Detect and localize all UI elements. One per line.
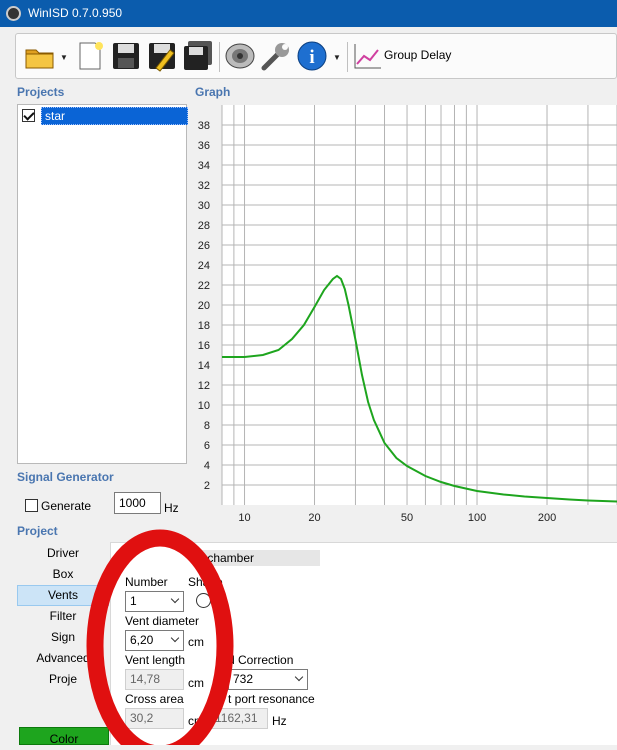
y-tick-label: 2	[204, 480, 210, 492]
nav-project[interactable]: Proje	[17, 669, 109, 690]
nav-signal[interactable]: Sign	[17, 627, 109, 648]
y-tick-label: 28	[198, 220, 210, 232]
end-correction-label: d Correction	[228, 653, 294, 667]
projects-list: star	[17, 104, 188, 464]
chevron-down-icon[interactable]: ▼	[60, 53, 68, 62]
y-tick-label: 10	[198, 400, 210, 412]
color-button[interactable]: Color	[19, 727, 109, 746]
number-label: Number	[125, 575, 168, 589]
x-tick-label: 10	[238, 512, 250, 523]
nav-filter[interactable]: Filter	[17, 606, 109, 627]
list-item[interactable]: star	[20, 107, 188, 125]
nav-box[interactable]: Box	[17, 564, 109, 585]
port-resonance-label: t port resonance	[228, 692, 315, 706]
x-tick-label: 200	[538, 512, 556, 523]
project-checkbox[interactable]	[22, 109, 35, 122]
save-all-icon[interactable]	[182, 40, 214, 72]
info-icon[interactable]: i	[296, 40, 328, 72]
y-tick-label: 18	[198, 320, 210, 332]
number-value: 1	[130, 594, 137, 608]
end-correction-value: 732	[233, 672, 254, 686]
response-chart: 246810121416182022242628303234363810 20 50…	[198, 105, 617, 524]
x-tick-label: 50	[401, 512, 413, 523]
cross-area-label: Cross area	[125, 692, 184, 706]
y-tick-label: 34	[198, 160, 210, 172]
vent-diameter-select[interactable]: 6,20	[125, 630, 184, 651]
window-title: WinISD 0.7.0.950	[28, 6, 123, 20]
vent-diameter-unit: cm	[188, 635, 204, 649]
title-bar: WinISD 0.7.0.950	[0, 0, 617, 27]
frequency-input[interactable]: 1000	[114, 492, 161, 514]
y-tick-label: 14	[198, 360, 210, 372]
end-correction-select[interactable]: 732	[228, 669, 308, 690]
x-tick-label: 100	[468, 512, 486, 523]
save-icon[interactable]	[110, 40, 142, 72]
vent-length-label: Vent length	[125, 653, 186, 667]
wrench-icon[interactable]	[260, 40, 292, 72]
generate-checkbox[interactable]	[25, 499, 38, 512]
y-tick-label: 4	[204, 460, 210, 472]
cross-area-field[interactable]: 30,2	[125, 708, 184, 729]
number-select[interactable]: 1	[125, 591, 184, 612]
chevron-down-icon	[294, 672, 304, 682]
y-tick-label: 6	[204, 440, 210, 452]
y-tick-label: 22	[198, 280, 210, 292]
group-delay-chart-icon[interactable]	[352, 40, 382, 72]
y-tick-label: 16	[198, 340, 210, 352]
chevron-down-icon	[170, 633, 180, 643]
nav-driver[interactable]: Driver	[17, 543, 109, 564]
chevron-down-icon[interactable]: ▼	[333, 53, 341, 62]
y-tick-label: 24	[198, 260, 210, 272]
app-icon	[6, 6, 21, 21]
y-tick-label: 26	[198, 240, 210, 252]
open-folder-icon[interactable]	[24, 40, 56, 72]
new-file-icon[interactable]	[74, 40, 106, 72]
graph-heading: Graph	[195, 85, 231, 99]
vents-panel	[110, 542, 617, 745]
vent-length-field[interactable]: 14,78	[125, 669, 184, 690]
group-delay-label[interactable]: Group Delay	[384, 48, 451, 62]
signal-generator-heading: Signal Generator	[17, 470, 114, 484]
port-resonance-unit: Hz	[272, 714, 287, 728]
cross-area-unit: cm	[188, 714, 204, 728]
y-tick-label: 20	[198, 300, 210, 312]
project-name[interactable]: star	[41, 107, 188, 125]
frequency-unit: Hz	[164, 501, 179, 515]
projects-heading: Projects	[17, 85, 65, 99]
y-tick-label: 32	[198, 180, 210, 192]
x-tick-label: 20	[308, 512, 320, 523]
graph-area: 2 4 6 8 10 12 14 16 18 20 22 24 26 28 30 32 34 36 38 10 20 50…	[190, 100, 617, 524]
save-as-icon[interactable]	[146, 40, 178, 72]
vent-length-unit: cm	[188, 676, 204, 690]
toolbar: ▼ i ▼ Group Delay	[15, 33, 617, 79]
nav-vents[interactable]: Vents	[17, 585, 109, 606]
generate-label: Generate	[41, 499, 92, 513]
chamber-label: r chamber	[200, 551, 255, 565]
y-tick-label: 30	[198, 200, 210, 212]
y-tick-label: 12	[198, 380, 210, 392]
svg-text:i: i	[309, 47, 314, 68]
chevron-down-icon	[170, 594, 180, 604]
shape-label: Shape	[188, 575, 223, 589]
vent-diameter-value: 6,20	[130, 633, 154, 647]
shape-radio[interactable]	[196, 593, 211, 608]
port-resonance-field[interactable]: 1162,31	[210, 708, 268, 729]
vent-diameter-label: Vent diameter	[125, 614, 200, 628]
y-tick-label: 38	[198, 120, 210, 132]
speaker-driver-icon[interactable]	[224, 40, 256, 72]
project-heading: Project	[17, 524, 58, 538]
y-tick-label: 36	[198, 140, 210, 152]
y-tick-label: 8	[204, 420, 210, 432]
nav-advanced[interactable]: Advanced	[17, 648, 109, 669]
